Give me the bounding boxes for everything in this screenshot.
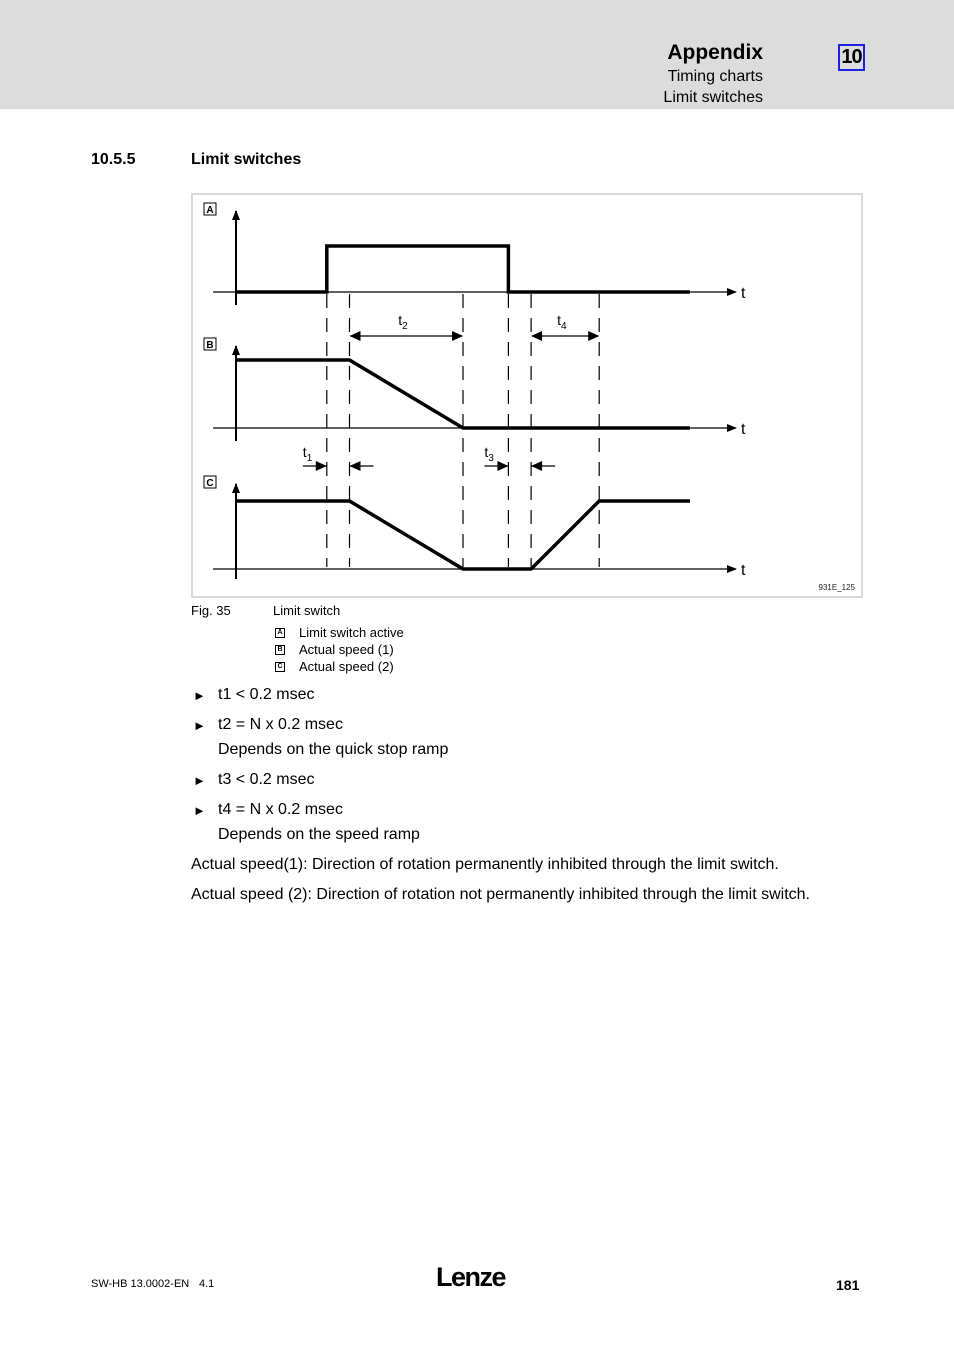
chapter-number-badge[interactable]: 10 bbox=[838, 44, 865, 71]
arrowhead-right bbox=[315, 461, 327, 471]
section-number: 10.5.5 bbox=[91, 151, 136, 168]
legend-label: Actual speed (2) bbox=[299, 659, 394, 674]
arrowhead-right bbox=[452, 331, 463, 341]
arrowhead-right bbox=[588, 331, 600, 341]
axis-label-t: t bbox=[741, 562, 746, 579]
legend-item-b: B Actual speed (1) bbox=[275, 642, 394, 657]
section-subtitle: Limit switches bbox=[663, 89, 763, 106]
bullet-item: ► t1 < 0.2 msec bbox=[193, 686, 315, 705]
bullet-text: t3 < 0.2 msec bbox=[218, 771, 315, 788]
arrowhead-left bbox=[349, 331, 361, 341]
page-number: 181 bbox=[836, 1277, 860, 1293]
section-title: Limit switches bbox=[191, 151, 302, 168]
bullet-subtext: Depends on the speed ramp bbox=[218, 826, 420, 843]
timing-chart: t At Bt Ct1 t2 t3 t4 bbox=[203, 202, 746, 579]
legend-label: Limit switch active bbox=[299, 625, 404, 640]
dimension-label-t4: t4 bbox=[557, 312, 567, 332]
lenze-logo: Lenze bbox=[436, 1262, 507, 1292]
arrowhead-left bbox=[531, 461, 543, 471]
panel-label: B bbox=[206, 340, 213, 351]
bullet-arrow-icon: ► bbox=[193, 773, 206, 788]
paragraph-speed-2: Actual speed (2): Direction of rotation … bbox=[191, 886, 810, 903]
bullet-arrow-icon: ► bbox=[193, 803, 206, 818]
paragraph-speed-1: Actual speed(1): Direction of rotation p… bbox=[191, 856, 779, 873]
figure-caption: Limit switch bbox=[273, 603, 341, 618]
bullet-arrow-icon: ► bbox=[193, 718, 206, 733]
bullet-item: ► t4 = N x 0.2 msec bbox=[193, 801, 343, 820]
dimension-label-t1: t1 bbox=[303, 444, 313, 464]
footer-document-id: SW-HB 13.0002-EN bbox=[91, 1278, 190, 1290]
arrowhead-left bbox=[349, 461, 361, 471]
arrowhead-left bbox=[531, 331, 543, 341]
figure-number: Fig. 35 bbox=[191, 603, 231, 618]
bullet-item: ► t2 = N x 0.2 msec bbox=[193, 716, 343, 735]
panel-label: A bbox=[206, 205, 213, 216]
timing-chart-figure: t At Bt Ct1 t2 t3 t4 931E_125 bbox=[191, 193, 863, 598]
chapter-title: Appendix bbox=[667, 41, 763, 64]
legend-label: Actual speed (1) bbox=[299, 642, 394, 657]
legend-key: B bbox=[275, 644, 285, 655]
chapter-subtitle: Timing charts bbox=[667, 68, 763, 85]
legend-item-a: A Limit switch active bbox=[275, 625, 404, 640]
bullet-subtext: Depends on the quick stop ramp bbox=[218, 741, 449, 758]
legend-item-c: C Actual speed (2) bbox=[275, 659, 394, 674]
panel-label: C bbox=[206, 478, 213, 489]
bullet-text: t2 = N x 0.2 msec bbox=[218, 716, 343, 733]
bullet-text: t4 = N x 0.2 msec bbox=[218, 801, 343, 818]
bullet-item: ► t3 < 0.2 msec bbox=[193, 771, 315, 790]
page-header: Appendix Timing charts Limit switches 10 bbox=[0, 0, 954, 109]
bullet-text: t1 < 0.2 msec bbox=[218, 686, 315, 703]
axis-label-t: t bbox=[741, 285, 746, 302]
axis-label-t: t bbox=[741, 421, 746, 438]
figure-id: 931E_125 bbox=[818, 583, 855, 592]
series-a-line bbox=[236, 244, 690, 294]
dimension-label-t3: t3 bbox=[484, 444, 494, 464]
legend-key: C bbox=[275, 661, 285, 672]
arrowhead-right bbox=[497, 461, 509, 471]
legend-key: A bbox=[275, 627, 285, 638]
bullet-arrow-icon: ► bbox=[193, 688, 206, 703]
dimension-label-t2: t2 bbox=[398, 312, 408, 332]
footer-version: 4.1 bbox=[199, 1278, 215, 1290]
